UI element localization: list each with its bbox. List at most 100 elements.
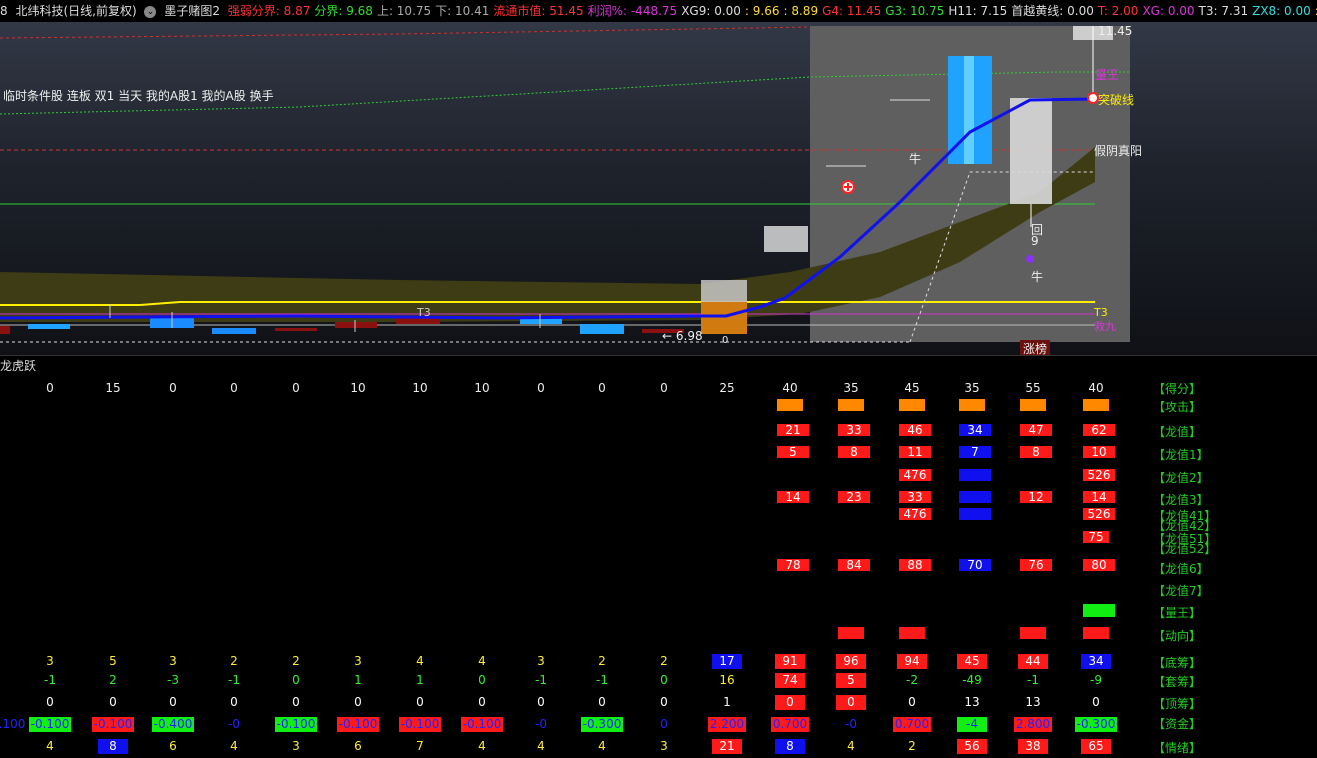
trapped-chip-value: -49	[962, 673, 982, 687]
top-chip-value: 0	[1092, 695, 1100, 709]
sentiment-value: 56	[942, 739, 1002, 754]
header-value: G3: 10.75	[885, 4, 945, 18]
trapped-chip-value: 2	[109, 673, 117, 687]
bottom-chip-value: 2	[292, 654, 300, 668]
header-value: T3: 7.31	[1198, 4, 1249, 18]
header-value: : 8.89	[783, 4, 819, 18]
header-value: XG9: 0.00	[681, 4, 741, 18]
bottom-chip-value: 3	[169, 654, 177, 668]
trapped-chip-value: 74	[760, 673, 820, 688]
bottom-chip-value: 17	[697, 654, 757, 669]
score-value: 0	[169, 381, 177, 395]
t3-label-top: T3	[417, 306, 431, 319]
row-label-longzhi3: 【龙值3】	[1153, 493, 1209, 507]
formula-name[interactable]: 墨子赌图2	[164, 4, 220, 18]
header-value: 上: 10.75	[376, 4, 432, 18]
score-value: 15	[105, 381, 121, 395]
bottom-chip-value: 45	[942, 654, 1002, 669]
header-value: T: 2.00	[1097, 4, 1139, 18]
panel-divider	[0, 355, 1317, 356]
top-chip-value: 0	[230, 695, 238, 709]
top-chip-value: 0	[354, 695, 362, 709]
header-value: 利润%: -448.75	[587, 4, 678, 18]
bottom-chip-value: 5	[109, 654, 117, 668]
bottom-chip-value: 3	[354, 654, 362, 668]
stock-name[interactable]: 北纬科技(日线,前复权)	[15, 4, 136, 18]
fund-value: -4	[942, 717, 1002, 732]
price-high-label: 11.45	[1098, 24, 1133, 38]
candle-blue-highlight	[964, 56, 974, 164]
header-value: H11: 7.15	[948, 4, 1008, 18]
score-value: 0	[292, 381, 300, 395]
longzhi6-value: 76	[1020, 559, 1052, 571]
top-chip-value: 0	[598, 695, 606, 709]
longzhi6-value: 88	[899, 559, 931, 571]
bottom-chip-value: 94	[882, 654, 942, 669]
header-value: 流通市值: 51.45	[493, 4, 584, 18]
longzhi1-value: 10	[1083, 446, 1115, 458]
fund-value: -0	[228, 717, 240, 731]
fund-value: 0.700	[770, 717, 810, 732]
sentiment-value: 3	[292, 739, 300, 753]
candle-gray	[764, 226, 808, 252]
longzhi-value: 47	[1020, 424, 1052, 436]
fund-value: -0.100	[91, 717, 135, 732]
top-chip-value: 0	[821, 695, 881, 710]
fund-value: -0.100	[0, 717, 26, 731]
header-value: 分界: 9.68	[314, 4, 373, 18]
trend-marker	[838, 627, 864, 639]
fund-value: -0.300	[580, 717, 624, 732]
longzhi41-value: 526	[1083, 508, 1115, 520]
trapped-chip-value: 1	[416, 673, 424, 687]
trend-marker	[1083, 627, 1109, 639]
row-label-longzhi2: 【龙值2】	[1153, 471, 1209, 485]
attack-marker	[1083, 399, 1109, 411]
bottom-chip-value: 2	[598, 654, 606, 668]
trapped-chip-value: -9	[1090, 673, 1102, 687]
fund-value: -0	[535, 717, 547, 731]
longzhi2-value: 476	[899, 469, 931, 481]
row-label-gongji: 【攻击】	[1153, 400, 1202, 414]
sentiment-value: 3	[660, 739, 668, 753]
indicator-header-bar: 8 北纬科技(日线,前复权) ⌄ 墨子赌图2 强弱分界: 8.87 分界: 9.6…	[0, 0, 1317, 22]
resistance-line	[0, 26, 811, 39]
longzhi1-value: 8	[838, 446, 870, 458]
sentiment-value: 4	[598, 739, 606, 753]
longzhi41-value: 476	[899, 508, 931, 520]
header-values: 强弱分界: 8.87 分界: 9.68 上: 10.75 下: 10.41 流通市值: …	[228, 4, 1317, 18]
purple-dot-icon	[1026, 255, 1034, 263]
fund-value: -0.100	[28, 717, 72, 732]
tupo-label: 突破线	[1098, 93, 1135, 107]
header-value: 首越黄线: 0.00	[1011, 4, 1094, 18]
header-value: 强弱分界: 8.87	[227, 4, 311, 18]
formula-dropdown-icon[interactable]: ⌄	[144, 5, 157, 18]
price-low-label: ← 6.98	[662, 329, 703, 343]
row-label-longzhi7: 【龙值7】	[1153, 584, 1209, 598]
trapped-chip-value: -1	[228, 673, 240, 687]
row-label-taochou: 【套筹】	[1153, 675, 1202, 689]
longzhi-value: 46	[899, 424, 931, 436]
longzhi3-value: 12	[1020, 491, 1052, 503]
longzhi6-value: 70	[959, 559, 991, 571]
sentiment-value: 7	[416, 739, 424, 753]
score-value: 40	[1088, 381, 1104, 395]
score-value: 40	[782, 381, 798, 395]
longzhi3-value: 14	[777, 491, 809, 503]
fund-value: -0.300	[1074, 717, 1118, 732]
jiujiu-label: 救九	[1094, 320, 1116, 333]
price-chart[interactable]: 临时条件股 连板 双1 当天 我的A股1 我的A股 换手 11.45 ← 6.9…	[0, 22, 1317, 355]
trend-marker	[899, 627, 925, 639]
row-label-dichou: 【底筹】	[1153, 656, 1202, 670]
bottom-chip-value: 91	[760, 654, 820, 669]
sentiment-value: 4	[847, 739, 855, 753]
top-chip-value: 0	[416, 695, 424, 709]
longzhi-value: 21	[777, 424, 809, 436]
niu-label-2: 牛	[1031, 270, 1044, 284]
score-value: 0	[537, 381, 545, 395]
trapped-chip-value: -1	[596, 673, 608, 687]
fund-value: -0.400	[151, 717, 195, 732]
top-chip-value: 0	[908, 695, 916, 709]
candle-gray	[701, 280, 747, 302]
score-value: 45	[904, 381, 920, 395]
longzhi3-value	[959, 491, 991, 503]
